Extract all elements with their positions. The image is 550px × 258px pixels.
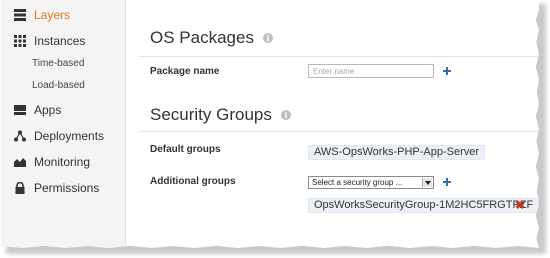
section-title-text: OS Packages (150, 28, 254, 47)
default-group-badge: AWS-OpsWorks-PHP-App-Server (308, 145, 486, 160)
sidebar: Layers Instances Time-based Load-based A… (1, 0, 126, 248)
sidebar-item-label: Layers (34, 8, 71, 22)
sidebar-subitem-time-based[interactable]: Time-based (32, 58, 84, 69)
sidebar-subitem-load-based[interactable]: Load-based (32, 80, 85, 91)
main-content: OS Packages i Package name Security Grou… (127, 0, 539, 248)
lock-icon (13, 181, 27, 195)
sidebar-item-monitoring[interactable]: Monitoring (1, 152, 90, 172)
sidebar-item-label: Apps (34, 103, 62, 117)
add-package-icon[interactable] (442, 66, 452, 76)
sidebar-item-label: Deployments (34, 129, 105, 143)
select-value: Select a security group ... (312, 178, 403, 187)
apps-icon (13, 103, 27, 117)
sidebar-item-instances[interactable]: Instances (1, 31, 85, 51)
sidebar-item-deployments[interactable]: Deployments (1, 126, 104, 146)
security-groups-title: Security Groups i (150, 105, 291, 125)
os-packages-title: OS Packages i (150, 28, 273, 48)
security-group-select[interactable]: Select a security group ... (308, 176, 434, 189)
additional-group-badge: OpsWorksSecurityGroup-1M2HC5FRGTPZF (308, 198, 539, 213)
sidebar-item-label: Permissions (34, 181, 100, 195)
add-security-group-icon[interactable] (442, 177, 452, 187)
package-name-input[interactable] (308, 64, 434, 78)
sidebar-item-label: Monitoring (34, 155, 91, 169)
sidebar-item-layers[interactable]: Layers (1, 5, 70, 25)
remove-icon[interactable]: ✖ (515, 199, 525, 211)
section-title-text: Security Groups (150, 105, 272, 124)
deployments-icon (13, 129, 27, 143)
sidebar-item-label: Instances (34, 34, 86, 48)
info-icon[interactable]: i (262, 33, 273, 43)
info-icon[interactable]: i (280, 110, 291, 120)
default-groups-label: Default groups (150, 144, 221, 155)
screenshot-frame: Layers Instances Time-based Load-based A… (1, 0, 539, 248)
package-name-label: Package name (150, 66, 220, 77)
sidebar-item-permissions[interactable]: Permissions (1, 178, 99, 198)
chevron-down-icon (422, 178, 432, 187)
sidebar-item-apps[interactable]: Apps (1, 100, 61, 120)
section-divider (139, 56, 539, 57)
monitoring-icon (13, 155, 27, 169)
additional-groups-label: Additional groups (150, 176, 236, 187)
grid-icon (13, 34, 27, 48)
section-divider (139, 131, 539, 132)
layers-icon (13, 8, 27, 22)
